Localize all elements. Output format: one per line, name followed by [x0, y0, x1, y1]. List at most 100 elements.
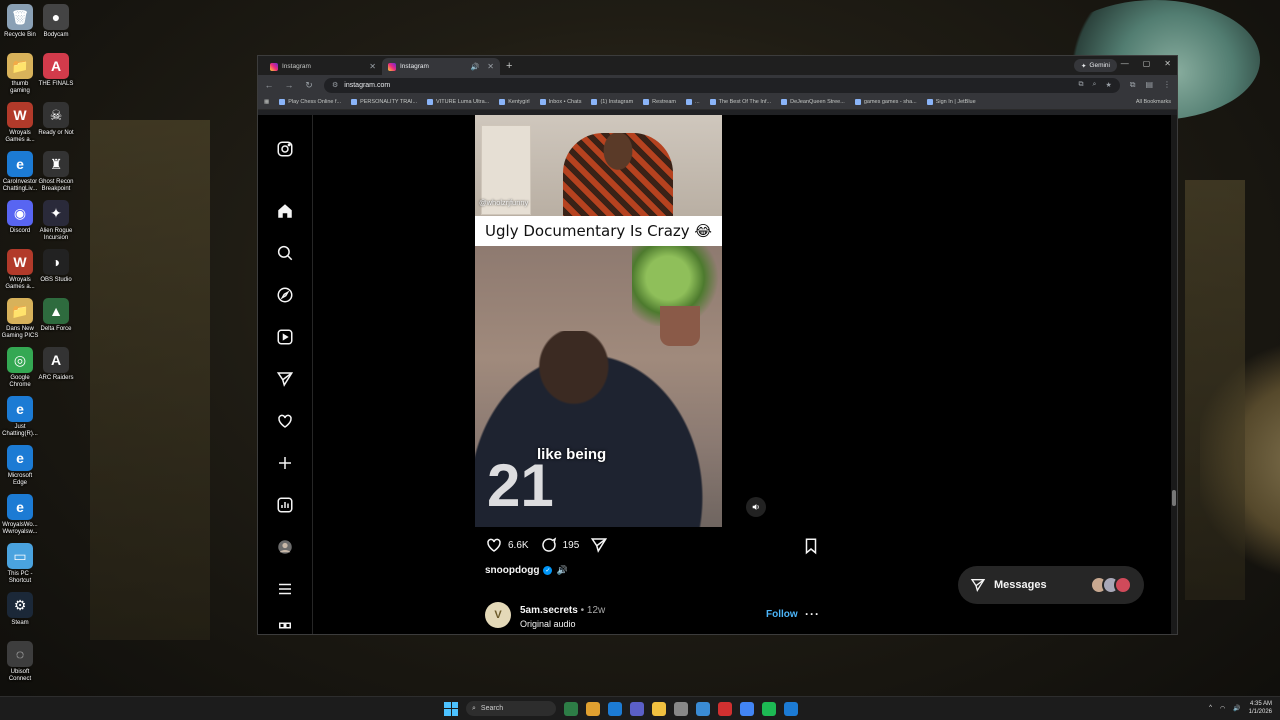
desktop-icon[interactable]: A THE FINALS [36, 53, 76, 88]
taskbar-app-icon[interactable] [784, 701, 798, 716]
instagram-logo-icon[interactable] [275, 139, 295, 159]
close-window-icon[interactable]: ✕ [1164, 59, 1171, 68]
back-icon[interactable]: ← [264, 80, 274, 90]
desktop-icon[interactable]: e Microsoft Edge [0, 445, 40, 487]
dashboard-chart-icon[interactable] [275, 495, 295, 515]
reload-icon[interactable]: ↻ [304, 80, 314, 91]
like-count[interactable]: 6.6K [508, 540, 529, 551]
bookmark-item[interactable]: ... [686, 99, 700, 105]
apps-icon[interactable]: ▦ [264, 99, 269, 105]
reels-icon[interactable] [275, 327, 295, 347]
desktop-icon[interactable]: 📁 thumb gaming [0, 53, 40, 95]
taskbar-app-icon[interactable] [564, 701, 578, 716]
desktop-icon[interactable]: 📁 Dans New Gaming PICS [0, 298, 40, 340]
comment-count[interactable]: 195 [563, 540, 580, 551]
clock[interactable]: 4:35 AM 1/1/2026 [1249, 700, 1272, 716]
taskbar-app-icon[interactable] [586, 701, 600, 716]
bookmark-item[interactable]: (1) Instagram [591, 99, 633, 105]
taskbar-app-icon[interactable] [674, 701, 688, 716]
heart-icon[interactable] [275, 411, 295, 431]
bookmark-item[interactable]: games games - sha... [854, 99, 917, 105]
bookmark-item[interactable]: PERSONALITY TRAI... [351, 99, 417, 105]
site-info-icon[interactable]: ⚙ [332, 81, 338, 89]
desktop-icon[interactable]: ▲ Delta Force [36, 298, 76, 333]
desktop-icon[interactable]: ♜ Ghost Recon Breakpoint [36, 151, 76, 193]
zoom-icon[interactable]: ⌕ [1093, 81, 1097, 89]
desktop-icon[interactable]: W Wroyals Games a... [0, 249, 40, 291]
next-post-audio[interactable]: Original audio [520, 619, 576, 629]
new-tab-button[interactable]: + [500, 58, 518, 75]
comment-icon[interactable] [540, 536, 558, 554]
desktop-icon[interactable]: ☠ Ready or Not [36, 102, 76, 137]
desktop-icon[interactable]: W Wroyals Games a... [0, 102, 40, 144]
install-icon[interactable]: ⧉ [1079, 81, 1084, 89]
close-icon[interactable]: ✕ [369, 62, 376, 71]
desktop-icon[interactable]: ◎ Google Chrome [0, 347, 40, 389]
bookmark-item[interactable]: Play Chess Online f... [279, 99, 341, 105]
tab-instagram-1[interactable]: Instagram ✕ [264, 58, 382, 75]
more-menu-icon[interactable] [275, 579, 295, 599]
forward-icon[interactable]: → [284, 80, 294, 90]
save-bookmark-icon[interactable] [802, 537, 820, 560]
start-windows-icon[interactable] [444, 701, 458, 716]
desktop-icon[interactable]: A ARC Raiders [36, 347, 76, 382]
bookmark-item[interactable]: Kentygirl [499, 99, 530, 105]
owner-username[interactable]: snoopdogg [485, 565, 539, 576]
messages-button[interactable]: Messages [958, 566, 1144, 604]
taskbar-app-icon[interactable] [718, 701, 732, 716]
minimize-icon[interactable]: — [1121, 59, 1129, 68]
desktop-icon[interactable]: ▭ This PC - Shortcut [0, 543, 40, 585]
bookmark-item[interactable]: Restream [643, 99, 676, 105]
taskbar-app-icon[interactable] [608, 701, 622, 716]
star-icon[interactable]: ★ [1105, 81, 1111, 89]
share-icon[interactable] [590, 536, 608, 554]
wifi-icon[interactable]: ◠ [1220, 705, 1225, 712]
sidepanel-icon[interactable]: ▤ [1145, 80, 1153, 90]
taskbar-app-icon[interactable] [740, 701, 754, 716]
like-heart-icon[interactable] [485, 536, 503, 554]
close-icon[interactable]: ✕ [487, 62, 494, 71]
post-owner[interactable]: snoopdogg ✓ 🔊 [485, 565, 568, 576]
desktop-icon[interactable]: e WroyalsWo... Wwroyalsw... [0, 494, 40, 536]
chevron-up-icon[interactable]: ^ [1209, 705, 1212, 711]
speaker-icon[interactable]: 🔊 [471, 63, 480, 71]
bookmark-item[interactable]: The Best Of The Inf... [709, 99, 771, 105]
desktop-icon[interactable]: ◌ Ubisoft Connect [0, 641, 40, 683]
more-options-icon[interactable]: ··· [805, 607, 820, 621]
extensions-icon[interactable]: ⧉ [1130, 80, 1136, 90]
taskbar-app-icon[interactable] [762, 701, 776, 716]
desktop-icon[interactable]: e Just Chatting(R)... [0, 396, 40, 438]
profile-avatar-icon[interactable] [275, 537, 295, 557]
mute-toggle-button[interactable] [746, 497, 766, 517]
taskbar-app-icon[interactable] [630, 701, 644, 716]
avatar[interactable]: V [485, 602, 511, 628]
search-icon[interactable] [275, 243, 295, 263]
gemini-button[interactable]: ✦ Gemini [1073, 59, 1117, 72]
desktop-icon[interactable]: ⚙ Steam [0, 592, 40, 627]
bookmark-item[interactable]: Sign In | JetBlue [926, 99, 976, 105]
taskbar-app-icon[interactable] [652, 701, 666, 716]
bookmark-item[interactable]: VITURE Luma Ultra... [427, 99, 489, 105]
desktop-icon[interactable]: ✦ Alien Rogue Incursion [36, 200, 76, 242]
volume-icon[interactable]: 🔊 [1233, 705, 1240, 712]
desktop-icon[interactable]: ◑ OBS Studio [36, 249, 76, 284]
next-post-username[interactable]: 5am.secrets [520, 605, 578, 616]
address-bar[interactable]: ⚙ instagram.com ⧉ ⌕ ★ [324, 77, 1120, 93]
desktop-icon[interactable]: ● Bodycam [36, 4, 76, 39]
scrollbar-thumb[interactable] [1172, 490, 1176, 506]
bookmark-item[interactable]: Inbox • Chats [539, 99, 581, 105]
apps-grid-icon[interactable] [275, 620, 295, 634]
follow-button[interactable]: Follow [766, 609, 798, 620]
messages-send-icon[interactable] [275, 369, 295, 389]
all-bookmarks[interactable]: All Bookmarks [1136, 99, 1171, 105]
reel-video[interactable]: @wholzrjfunny Ugly Documentary Is Crazy … [423, 115, 774, 527]
maximize-icon[interactable]: ▢ [1143, 59, 1151, 68]
page-scrollbar[interactable] [1171, 115, 1177, 634]
home-icon[interactable] [275, 201, 295, 221]
tab-instagram-2[interactable]: Instagram 🔊 ✕ [382, 58, 500, 75]
create-plus-icon[interactable] [275, 453, 295, 473]
menu-dots-icon[interactable]: ⋮ [1163, 80, 1171, 90]
taskbar-app-icon[interactable] [696, 701, 710, 716]
explore-compass-icon[interactable] [275, 285, 295, 305]
taskbar-search[interactable]: ⌕ Search [466, 701, 556, 716]
